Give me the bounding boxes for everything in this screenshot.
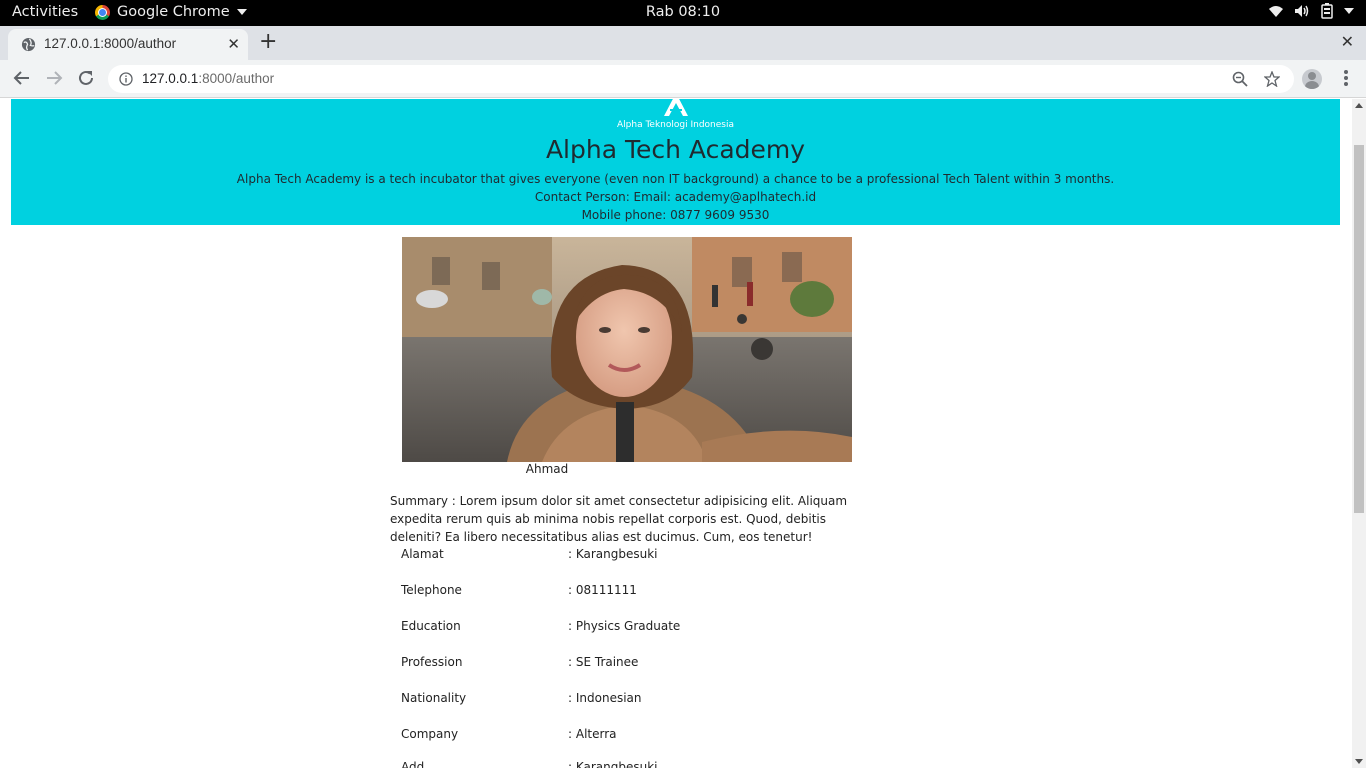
detail-value: : 08111111 bbox=[568, 583, 637, 597]
forward-icon[interactable] bbox=[45, 69, 63, 87]
address-bar[interactable]: 127.0.0.1:8000/author bbox=[108, 65, 1294, 93]
detail-value: : Alterra bbox=[568, 727, 617, 741]
author-summary: Summary : Lorem ipsum dolor sit amet con… bbox=[390, 494, 848, 544]
scrollbar-thumb[interactable] bbox=[1354, 145, 1364, 513]
detail-label: Education bbox=[401, 619, 461, 633]
detail-value: : Karangbesuki bbox=[568, 547, 658, 561]
menu-kebab-icon[interactable] bbox=[1344, 70, 1348, 88]
header-banner: Alpha Teknologi Indonesia Alpha Tech Aca… bbox=[11, 99, 1340, 225]
detail-label: Alamat bbox=[401, 547, 444, 561]
alpha-logo-icon bbox=[664, 99, 688, 116]
info-icon[interactable] bbox=[119, 72, 133, 86]
system-tray[interactable] bbox=[1268, 3, 1354, 19]
author-photo bbox=[402, 237, 852, 462]
page-viewport: Alpha Teknologi Indonesia Alpha Tech Aca… bbox=[0, 99, 1352, 768]
clock[interactable]: Rab 08:10 bbox=[0, 4, 1366, 20]
detail-label: Profession bbox=[401, 655, 463, 669]
contact-email: Contact Person: Email: academy@aplhatech… bbox=[534, 190, 817, 204]
close-icon[interactable]: ✕ bbox=[227, 35, 240, 53]
detail-label: Add bbox=[401, 760, 425, 768]
logo-text: Alpha Teknologi Indonesia bbox=[617, 120, 734, 130]
profile-avatar[interactable] bbox=[1302, 69, 1322, 89]
window-close-button[interactable]: ✕ bbox=[1341, 32, 1354, 51]
scroll-up-icon[interactable] bbox=[1355, 103, 1363, 108]
academy-description: Alpha Tech Academy is a tech incubator t… bbox=[236, 172, 1115, 186]
url-text: 127.0.0.1:8000/author bbox=[142, 71, 275, 86]
tab-title: 127.0.0.1:8000/author bbox=[44, 36, 177, 51]
system-top-bar: Activities Google Chrome Rab 08:10 bbox=[0, 0, 1366, 26]
detail-label: Company bbox=[401, 727, 459, 741]
page-title: Alpha Tech Academy bbox=[545, 135, 806, 164]
browser-tab[interactable]: 127.0.0.1:8000/author ✕ bbox=[8, 29, 248, 60]
globe-icon bbox=[21, 37, 36, 52]
detail-value: : Karangbesuki bbox=[568, 760, 658, 768]
back-icon[interactable] bbox=[13, 69, 31, 87]
detail-value: : SE Trainee bbox=[568, 655, 639, 669]
detail-value: : Physics Graduate bbox=[568, 619, 681, 633]
reload-icon[interactable] bbox=[77, 69, 95, 87]
volume-icon bbox=[1295, 5, 1309, 17]
contact-phone: Mobile phone: 0877 9609 9530 bbox=[581, 208, 770, 222]
zoom-icon[interactable] bbox=[1232, 71, 1248, 87]
chevron-down-icon bbox=[1344, 8, 1354, 14]
battery-icon bbox=[1321, 3, 1333, 19]
detail-value: : Indonesian bbox=[568, 691, 642, 705]
author-name: Ahmad bbox=[525, 462, 569, 476]
new-tab-button[interactable]: + bbox=[259, 31, 277, 53]
vertical-scrollbar[interactable] bbox=[1352, 99, 1366, 768]
wifi-icon bbox=[1269, 6, 1283, 17]
detail-label: Telephone bbox=[401, 583, 462, 597]
detail-label: Nationality bbox=[401, 691, 467, 705]
tab-strip: 127.0.0.1:8000/author ✕ + ✕ bbox=[0, 26, 1366, 60]
browser-toolbar: 127.0.0.1:8000/author bbox=[0, 60, 1366, 98]
scroll-down-icon[interactable] bbox=[1355, 759, 1363, 764]
bookmark-star-icon[interactable] bbox=[1264, 71, 1280, 87]
